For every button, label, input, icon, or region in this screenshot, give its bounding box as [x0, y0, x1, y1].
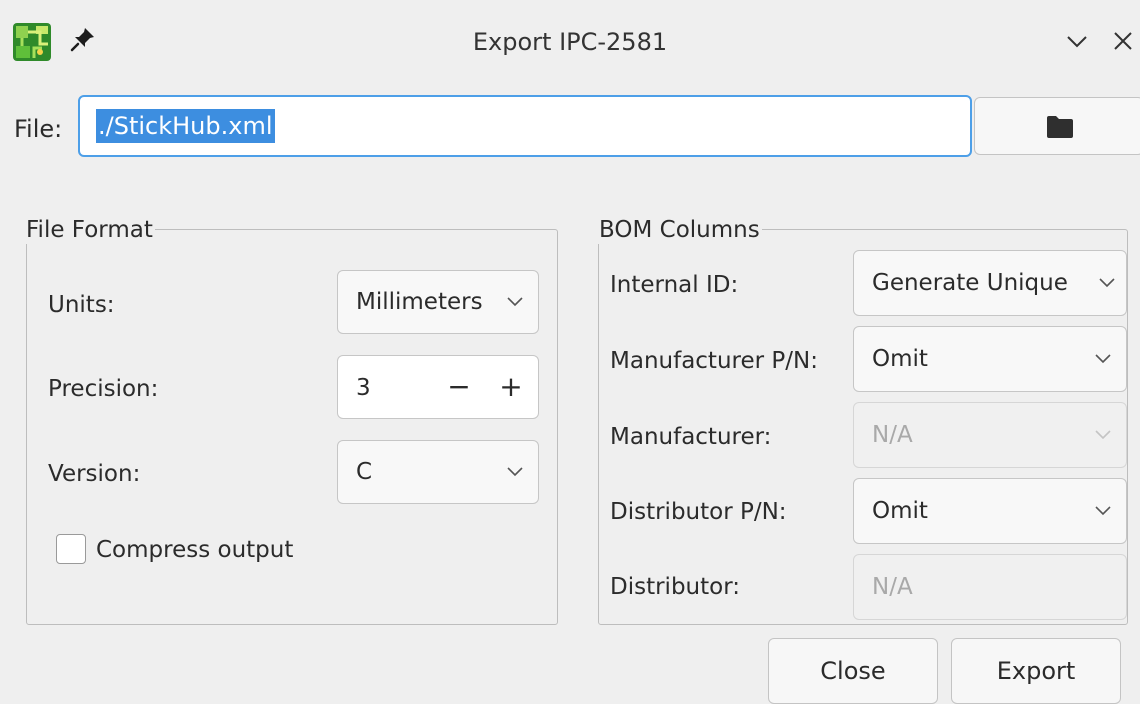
distributor-pn-select[interactable]: Omit: [853, 478, 1127, 544]
manufacturer-pn-label: Manufacturer P/N:: [610, 348, 818, 374]
distributor-label: Distributor:: [610, 574, 741, 600]
distributor-pn-label: Distributor P/N:: [610, 499, 787, 525]
chevron-down-icon: [1095, 506, 1111, 516]
file-format-title: File Format: [24, 216, 155, 244]
manufacturer-value: N/A: [872, 422, 913, 448]
internal-id-value: Generate Unique: [872, 270, 1068, 296]
browse-button[interactable]: [974, 97, 1140, 155]
compress-output-checkbox[interactable]: [56, 534, 86, 564]
manufacturer-label: Manufacturer:: [610, 424, 772, 450]
internal-id-label: Internal ID:: [610, 272, 739, 298]
version-select[interactable]: C: [337, 440, 539, 504]
distributor-pn-value: Omit: [872, 498, 928, 524]
close-button[interactable]: Close: [768, 638, 938, 704]
precision-label: Precision:: [48, 376, 159, 402]
version-value: C: [356, 459, 373, 485]
file-label: File:: [14, 115, 63, 143]
compress-output-label[interactable]: Compress output: [96, 535, 293, 565]
manufacturer-pn-value: Omit: [872, 346, 928, 372]
pin-icon[interactable]: [68, 24, 98, 54]
close-icon[interactable]: [1106, 24, 1140, 58]
manufacturer-pn-select[interactable]: Omit: [853, 326, 1127, 392]
chevron-down-icon: [1095, 430, 1111, 440]
units-select[interactable]: Millimeters: [337, 270, 539, 334]
file-path-input[interactable]: ./StickHub.xml: [78, 95, 972, 157]
precision-value: 3: [356, 375, 371, 401]
distributor-field: N/A: [853, 554, 1127, 620]
precision-decrement-button[interactable]: −: [444, 370, 474, 404]
precision-increment-button[interactable]: +: [496, 370, 526, 404]
bom-columns-title: BOM Columns: [597, 216, 762, 244]
distributor-value: N/A: [872, 574, 913, 600]
chevron-down-icon: [1099, 278, 1115, 288]
internal-id-select[interactable]: Generate Unique: [853, 250, 1127, 316]
file-path-value: ./StickHub.xml: [96, 109, 275, 143]
units-label: Units:: [48, 292, 115, 318]
units-value: Millimeters: [356, 289, 483, 315]
precision-spinbox[interactable]: 3 − +: [337, 355, 539, 419]
folder-icon: [1047, 116, 1073, 138]
chevron-down-icon[interactable]: [1060, 24, 1094, 58]
export-button[interactable]: Export: [951, 638, 1121, 704]
chevron-down-icon: [507, 467, 523, 477]
kicad-pcb-icon: [13, 23, 51, 61]
chevron-down-icon: [1095, 354, 1111, 364]
chevron-down-icon: [507, 297, 523, 307]
version-label: Version:: [48, 461, 141, 487]
manufacturer-select: N/A: [853, 402, 1127, 468]
window-title: Export IPC-2581: [472, 28, 668, 56]
